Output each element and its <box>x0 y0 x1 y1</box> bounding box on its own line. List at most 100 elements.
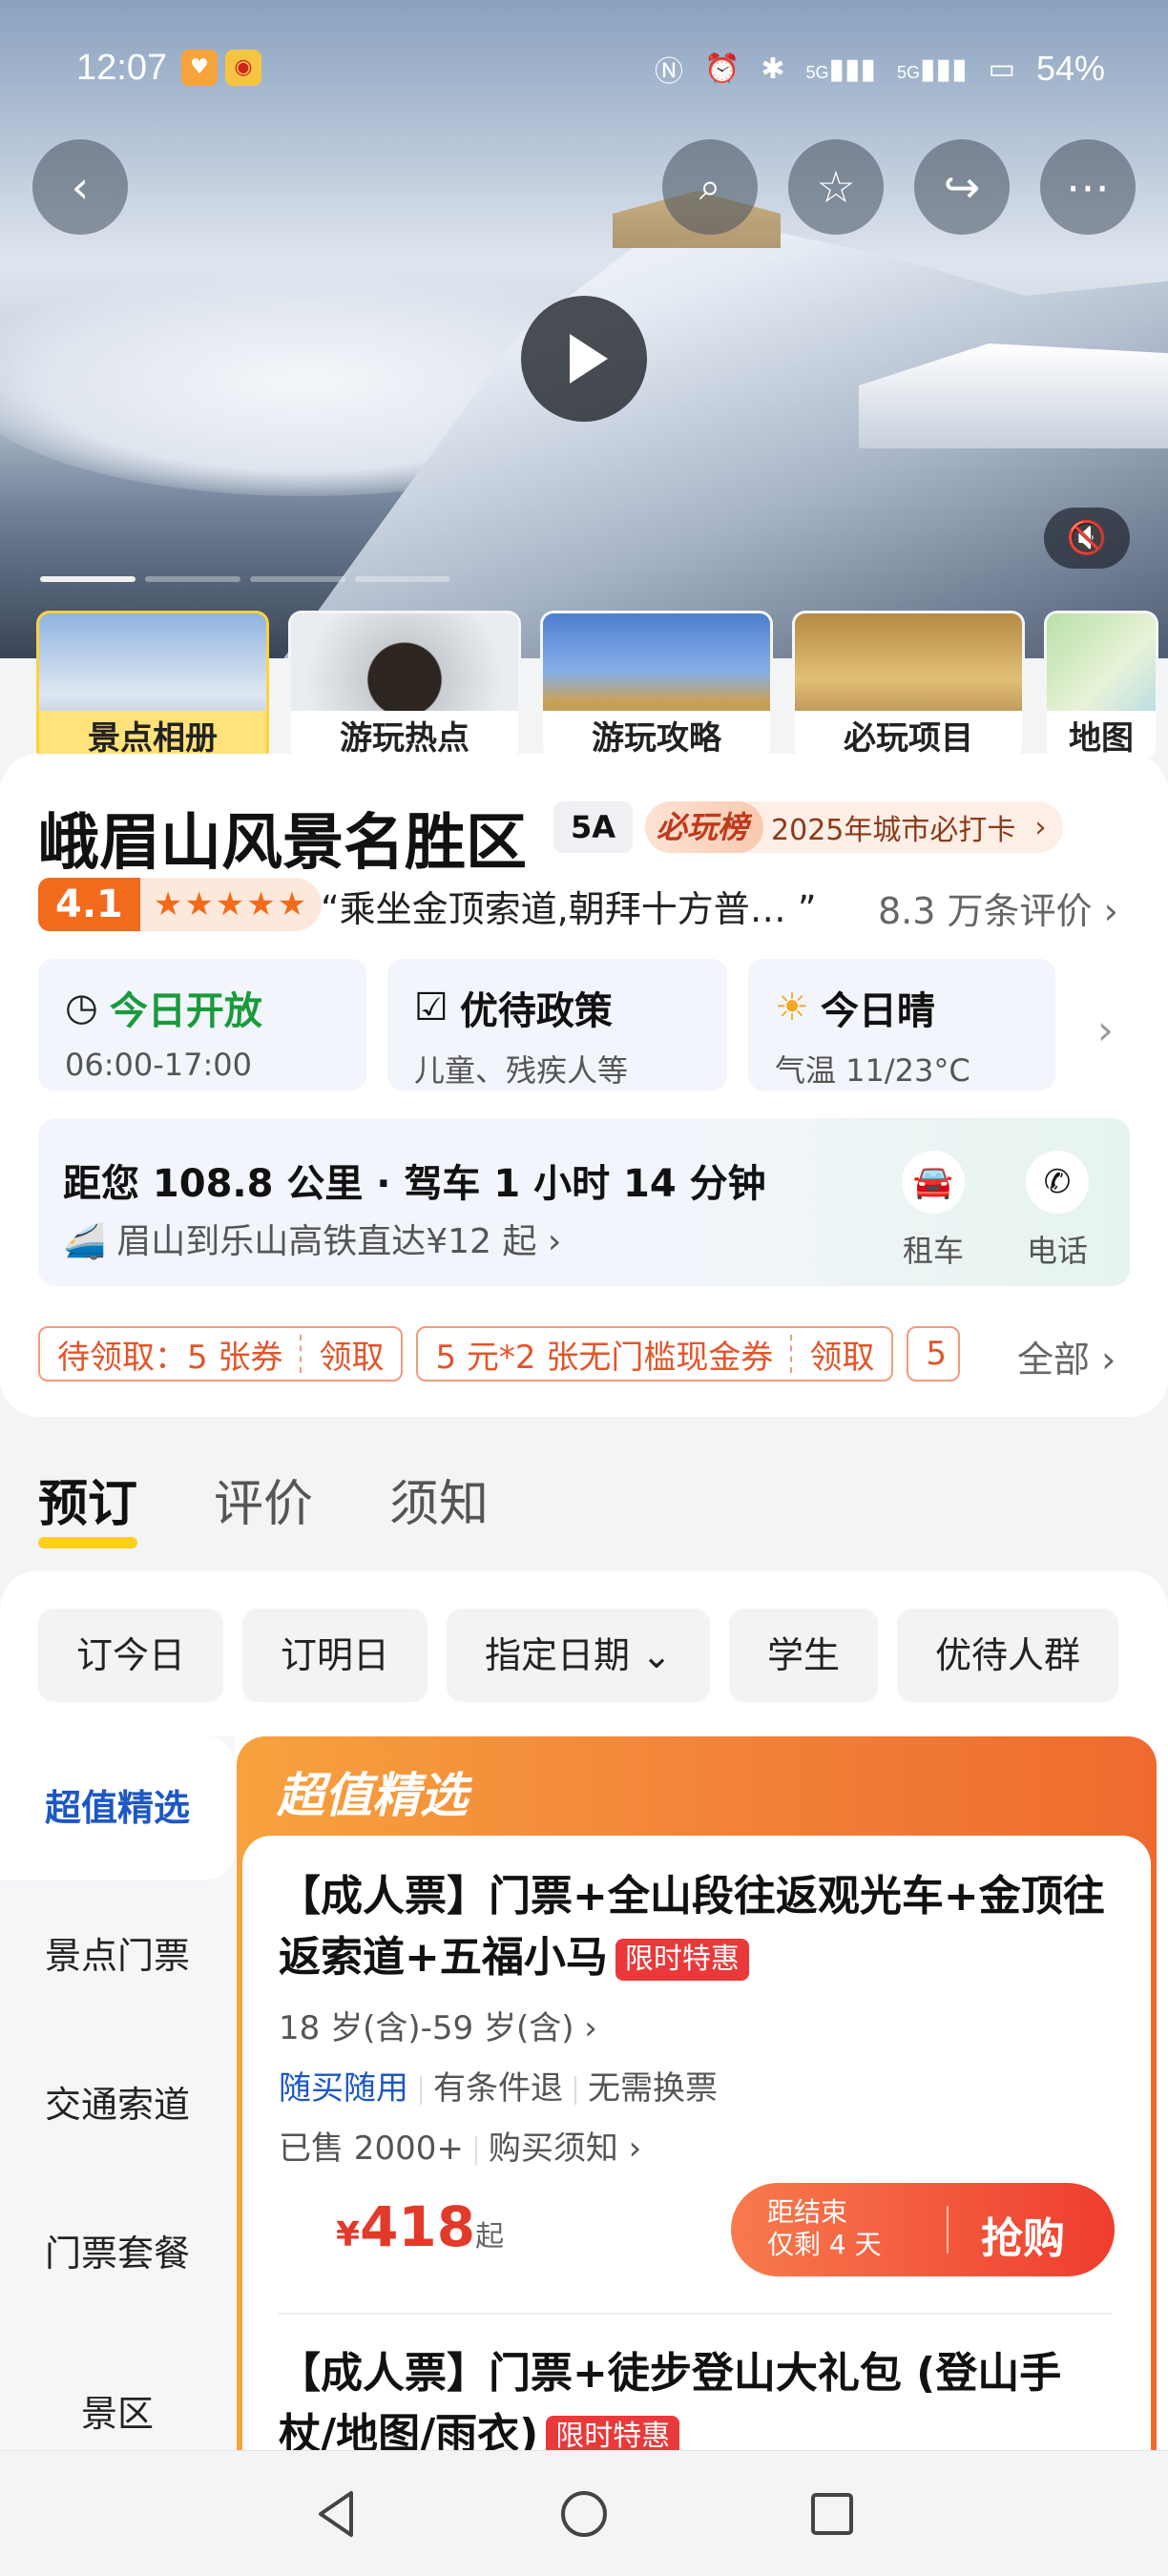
rating-stars: ★★★★★ <box>139 878 323 931</box>
sales-info: 已售 2000+ 购买须知 › <box>279 2122 1118 2169</box>
mute-button[interactable]: 🔇 <box>1044 508 1130 569</box>
progress-segment <box>355 576 450 582</box>
filter-student[interactable]: 学生 <box>728 1609 878 1702</box>
phone-icon: ✆ <box>1026 1151 1089 1214</box>
must-play-badge[interactable]: 必玩榜 2025年城市必打卡 › <box>645 801 1064 853</box>
train-icon: 🚄 <box>63 1222 106 1261</box>
sidebar-item-scenic[interactable]: 景区 <box>0 2385 235 2442</box>
countdown: 距结束 仅剩 4 天 <box>767 2196 882 2260</box>
thumb-hotspots[interactable]: 游玩热点 <box>288 611 521 763</box>
sold-count: 已售 2000+ <box>279 2129 464 2168</box>
play-icon <box>570 334 608 384</box>
all-coupons-link[interactable]: 全部 › <box>1017 1330 1116 1382</box>
train-info-link[interactable]: 🚄 眉山到乐山高铁直达¥12 起 › <box>63 1214 561 1263</box>
review-count-link[interactable]: 8.3 万条评价 › <box>878 882 1118 934</box>
rating-score: 4.1 <box>38 878 140 931</box>
tab-reviews[interactable]: 评价 <box>214 1464 313 1535</box>
share-button[interactable]: ↪ <box>914 139 1010 235</box>
filter-date[interactable]: 指定日期 ⌄ <box>447 1609 710 1702</box>
date-filters: 订今日 订明日 指定日期 ⌄ 学生 优待人群 <box>38 1609 1118 1702</box>
sidebar-item-transport[interactable]: 交通索道 <box>0 2038 235 2171</box>
bluetooth-icon: ✱ <box>761 52 785 85</box>
battery-icon: ▭ <box>988 52 1015 85</box>
claim-button[interactable]: 领取 <box>302 1331 401 1378</box>
thumb-album[interactable]: 景点相册 <box>36 611 269 763</box>
more-button[interactable]: ⋯ <box>1040 139 1136 235</box>
purchase-notice-link[interactable]: 购买须知 › <box>489 2129 641 2168</box>
progress-segment <box>250 576 345 582</box>
flash-buy-button[interactable]: 距结束 仅剩 4 天 抢购 <box>731 2183 1115 2276</box>
coupon-text: 待领取：5 张券 <box>57 1338 283 1377</box>
weather-sub: 气温 11/23°C <box>775 1052 970 1089</box>
nav-back-icon[interactable] <box>309 2485 366 2543</box>
ticket-name: 【成人票】门票+全山段往返观光车+金顶往返索道+五福小马 限时特惠 <box>279 1872 1105 1982</box>
nav-home-icon[interactable] <box>555 2485 613 2543</box>
thumb-must-play[interactable]: 必玩项目 <box>792 611 1025 763</box>
heart-app-icon: ♥ <box>181 50 218 86</box>
must-play-tag: 必玩榜 <box>645 801 764 853</box>
rating-badge[interactable]: 4.1 ★★★★★ <box>38 878 323 931</box>
tab-notice[interactable]: 须知 <box>389 1464 489 1535</box>
phone-label: 电话 <box>1026 1233 1088 1269</box>
speaker-muted-icon: 🔇 <box>1066 519 1108 557</box>
policy-pill[interactable]: ☑ 优待政策 儿童、残疾人等 <box>387 959 727 1091</box>
battery-percent: 54% <box>1035 49 1105 88</box>
weather-title: 今日晴 <box>820 989 935 1033</box>
coupon-pending[interactable]: 待领取：5 张券 领取 <box>38 1326 404 1381</box>
ticket-name: 【成人票】门票+徒步登山大礼包 (登山手杖/地图/雨衣) 限时特惠 <box>279 2349 1062 2459</box>
filter-concession[interactable]: 优待人群 <box>896 1609 1118 1702</box>
share-icon: ↪ <box>943 161 981 213</box>
rent-car-button[interactable]: 🚘 租车 <box>886 1151 981 1271</box>
divider <box>474 2135 477 2165</box>
weibo-app-icon: ◉ <box>225 50 261 86</box>
search-button[interactable]: ⌕ <box>662 139 758 235</box>
chevron-right-icon[interactable]: › <box>1097 1007 1114 1053</box>
policy-title: 优待政策 <box>459 989 613 1033</box>
favorite-button[interactable]: ☆ <box>788 139 884 235</box>
price-value: 418 <box>360 2194 476 2259</box>
star-outline-icon: ☆ <box>816 161 856 213</box>
distance-card[interactable]: 距您 108.8 公里 · 驾车 1 小时 14 分钟 🚄 眉山到乐山高铁直达¥… <box>38 1118 1130 1286</box>
thumb-guide[interactable]: 游玩攻略 <box>540 611 773 763</box>
category-sidebar: 超值精选 景点门票 交通索道 门票套餐 景区 <box>0 1736 235 2500</box>
play-button[interactable] <box>521 296 647 422</box>
nfc-icon: Ⓝ <box>654 56 683 88</box>
sidebar-item-featured[interactable]: 超值精选 <box>0 1736 235 1880</box>
ticket-card-1[interactable]: 【成人票】门票+全山段往返观光车+金顶往返索道+五福小马 限时特惠 18 岁(含)… <box>279 1866 1118 2169</box>
search-icon: ⌕ <box>699 165 721 209</box>
checkbox-icon: ☑ <box>414 986 448 1029</box>
alarm-icon: ⏰ <box>703 52 740 85</box>
weather-pill[interactable]: ☀ 今日晴 气温 11/23°C <box>748 959 1055 1091</box>
progress-segment <box>40 576 136 582</box>
filter-tomorrow[interactable]: 订明日 <box>242 1609 428 1702</box>
more-dots-icon: ⋯ <box>1066 161 1110 213</box>
back-button[interactable]: ‹ <box>32 139 128 235</box>
claim-button[interactable]: 领取 <box>792 1331 891 1378</box>
chevron-left-icon: ‹ <box>71 161 90 213</box>
divider <box>574 2075 576 2105</box>
filter-today[interactable]: 订今日 <box>38 1609 224 1702</box>
tab-booking[interactable]: 预订 <box>38 1464 138 1548</box>
coupon-text: 5 <box>926 1335 947 1373</box>
ticket-card-2[interactable]: 【成人票】门票+徒步登山大礼包 (登山手杖/地图/雨衣) 限时特惠 <box>279 2343 1118 2465</box>
sidebar-item-packages[interactable]: 门票套餐 <box>0 2187 235 2320</box>
must-play-text: 2025年城市必打卡 <box>771 814 1016 847</box>
page-title: 峨眉山风景名胜区 <box>38 808 527 879</box>
tag-buy-use: 随买随用 <box>279 2069 408 2108</box>
tag-refund: 有条件退 <box>433 2069 563 2108</box>
sidebar-item-tickets[interactable]: 景点门票 <box>0 1889 235 2023</box>
coupon-cash[interactable]: 5 元*2 张无门槛现金券 领取 <box>416 1326 894 1381</box>
thumb-map[interactable]: 地图 <box>1044 611 1158 763</box>
review-quote[interactable]: “乘坐金顶索道,朝拜十方普… ” <box>321 880 817 932</box>
coupon-more[interactable]: 5 <box>907 1326 961 1381</box>
nav-recents-icon[interactable] <box>803 2485 861 2543</box>
phone-button[interactable]: ✆ 电话 <box>1010 1151 1105 1271</box>
distance-text: 距您 108.8 公里 · 驾车 1 小时 14 分钟 <box>63 1162 766 1206</box>
chevron-right-icon: › <box>1103 890 1118 932</box>
age-range-link[interactable]: 18 岁(含)-59 岁(含) › <box>279 2002 1118 2048</box>
signal-1-icon: 5G▮▮▮ <box>805 52 877 85</box>
coupon-text: 5 元*2 张无门槛现金券 <box>435 1338 774 1377</box>
buy-label: 抢购 <box>981 2214 1065 2263</box>
open-hours-pill[interactable]: ◷ 今日开放 06:00-17:00 <box>38 959 366 1091</box>
signal-2-icon: 5G▮▮▮ <box>897 52 968 85</box>
